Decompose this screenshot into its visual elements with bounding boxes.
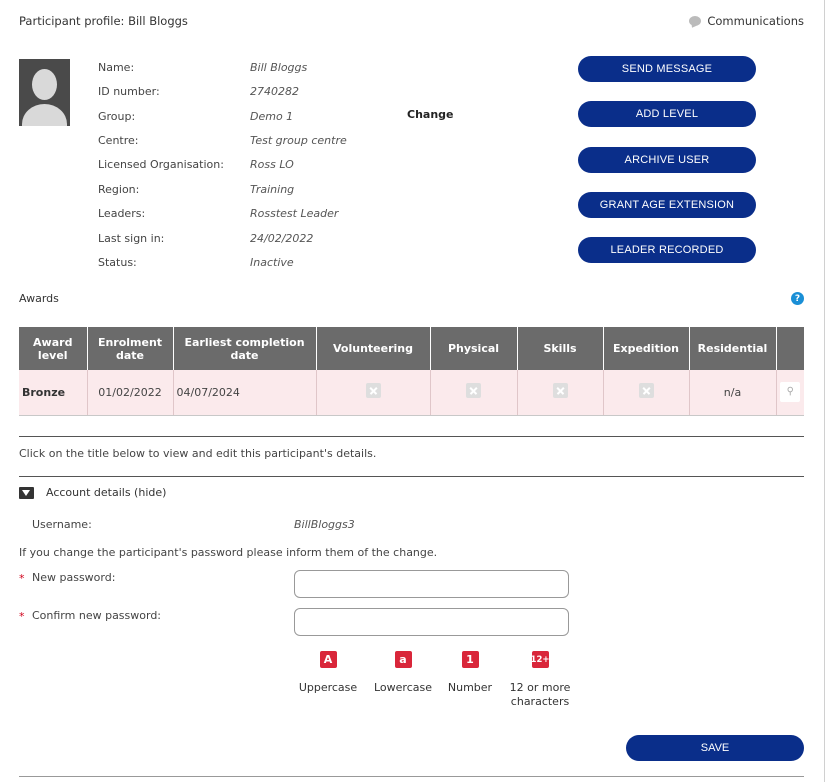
uppercase-badge-icon: A	[319, 651, 337, 668]
residential-cell: n/a	[689, 370, 777, 416]
speech-bubble-icon	[689, 16, 702, 26]
profile-row-centre: Centre: Test group centre	[98, 134, 347, 150]
profile-value: Test group centre	[250, 134, 347, 147]
expedition-cell	[603, 370, 690, 416]
rule-number: 1 Number	[444, 651, 496, 694]
new-password-label: New password:	[32, 571, 116, 584]
column-header: Residential	[689, 327, 777, 370]
grant-age-extension-button[interactable]: GRANT AGE EXTENSION	[578, 192, 756, 218]
table-row: Bronze 01/02/2022 04/07/2024 n/a ⚲	[19, 370, 804, 416]
page-title: Participant profile: Bill Bloggs	[19, 14, 188, 28]
leader-recorded-button[interactable]: LEADER RECORDED	[578, 237, 756, 263]
password-note: If you change the participant's password…	[19, 546, 438, 559]
earliest-completion-cell: 04/07/2024	[173, 370, 317, 416]
profile-value: Ross LO	[250, 158, 294, 171]
communications-label: Communications	[707, 14, 804, 28]
column-header: Expedition	[603, 327, 690, 370]
confirm-password-label: Confirm new password:	[32, 609, 162, 622]
awards-heading: Awards	[19, 292, 59, 305]
required-asterisk: *	[19, 572, 25, 585]
physical-cell	[430, 370, 518, 416]
column-header: Skills	[517, 327, 604, 370]
length-badge-icon: 12+	[531, 651, 549, 668]
profile-value: Bill Bloggs	[250, 61, 308, 74]
rule-length: 12+ 12 or more characters	[508, 651, 572, 709]
add-level-button[interactable]: ADD LEVEL	[578, 101, 756, 127]
profile-value: Inactive	[250, 256, 294, 269]
account-details-label: Account details (hide)	[46, 486, 167, 499]
divider	[19, 776, 804, 777]
rule-label: 12 or more characters	[509, 681, 571, 708]
profile-row-leaders: Leaders: Rosstest Leader	[98, 207, 338, 223]
column-header: Award level	[19, 327, 88, 370]
awards-table: Award level Enrolment date Earliest comp…	[19, 327, 804, 416]
profile-row-id: ID number: 2740282	[98, 85, 299, 101]
incomplete-x-icon	[552, 383, 568, 399]
profile-label: Group:	[98, 110, 136, 123]
profile-label: Licensed Organisation:	[98, 158, 224, 171]
profile-value: Demo 1	[250, 110, 294, 123]
divider	[19, 436, 804, 437]
profile-row-status: Status: Inactive	[98, 256, 294, 272]
magnifier-icon[interactable]: ⚲	[780, 382, 801, 403]
profile-row-region: Region: Training	[98, 183, 294, 199]
incomplete-x-icon	[365, 383, 381, 399]
help-icon[interactable]: ?	[791, 292, 804, 305]
collapse-triangle-icon	[19, 486, 34, 499]
profile-value: Rosstest Leader	[250, 207, 339, 220]
profile-label: ID number:	[98, 85, 160, 98]
enrolment-date-cell: 01/02/2022	[87, 370, 174, 416]
skills-cell	[517, 370, 604, 416]
incomplete-x-icon	[638, 383, 654, 399]
column-header: Earliest completion date	[173, 327, 317, 370]
communications-link[interactable]: Communications	[689, 14, 804, 28]
required-asterisk: *	[19, 610, 25, 623]
column-header	[776, 327, 804, 370]
column-header: Volunteering	[316, 327, 431, 370]
send-message-button[interactable]: SEND MESSAGE	[578, 56, 756, 82]
profile-value: 2740282	[250, 85, 299, 98]
page-right-border	[824, 0, 825, 782]
details-intro: Click on the title below to view and edi…	[19, 447, 377, 460]
column-header: Enrolment date	[87, 327, 174, 370]
award-level-cell: Bronze	[19, 370, 88, 416]
profile-value: 24/02/2022	[250, 232, 314, 245]
rule-lowercase: a Lowercase	[370, 651, 436, 694]
rule-label: Number	[447, 681, 493, 694]
number-badge-icon: 1	[461, 651, 479, 668]
archive-user-button[interactable]: ARCHIVE USER	[578, 147, 756, 173]
profile-label: Last sign in:	[98, 232, 165, 245]
confirm-password-field[interactable]	[294, 608, 569, 636]
account-details-toggle[interactable]: Account details (hide)	[19, 486, 166, 499]
column-header: Physical	[430, 327, 518, 370]
rule-label: Uppercase	[298, 681, 358, 694]
username-value: BillBloggs3	[294, 518, 355, 531]
profile-label: Name:	[98, 61, 135, 74]
rule-uppercase: A Uppercase	[298, 651, 358, 694]
incomplete-x-icon	[466, 383, 481, 399]
profile-row-group: Group: Demo 1	[98, 110, 293, 126]
profile-label: Leaders:	[98, 207, 146, 220]
profile-label: Region:	[98, 183, 140, 196]
table-header-row: Award level Enrolment date Earliest comp…	[19, 327, 804, 370]
divider	[19, 476, 804, 477]
avatar	[19, 59, 70, 126]
save-button[interactable]: SAVE	[626, 735, 804, 761]
avatar-body	[22, 104, 67, 126]
rule-label: Lowercase	[374, 681, 432, 694]
new-password-field[interactable]	[294, 570, 569, 598]
volunteering-cell	[316, 370, 431, 416]
profile-value: Training	[250, 183, 295, 196]
lowercase-badge-icon: a	[394, 651, 412, 668]
username-label: Username:	[32, 518, 92, 531]
profile-label: Centre:	[98, 134, 139, 147]
profile-row-licensed-org: Licensed Organisation: Ross LO	[98, 158, 294, 174]
view-cell: ⚲	[776, 370, 804, 416]
change-group-link[interactable]: Change	[407, 108, 454, 121]
profile-row-name: Name: Bill Bloggs	[98, 61, 307, 77]
profile-row-last-sign-in: Last sign in: 24/02/2022	[98, 232, 313, 248]
avatar-head	[32, 69, 57, 100]
profile-label: Status:	[98, 256, 137, 269]
